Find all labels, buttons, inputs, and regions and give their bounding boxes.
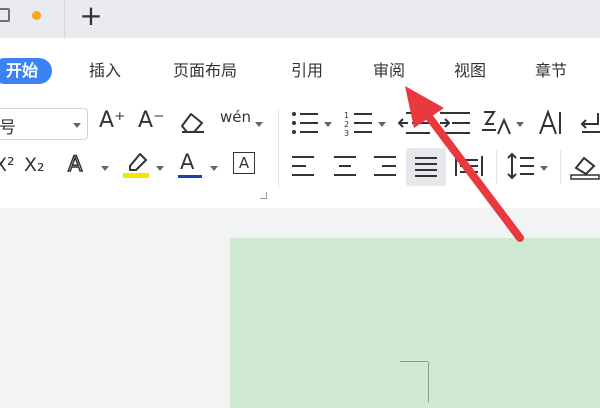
highlighter-icon[interactable]	[122, 150, 150, 180]
font-size-select[interactable]: 号	[0, 108, 88, 140]
eraser-icon[interactable]	[178, 110, 208, 134]
unsaved-dot-icon	[32, 11, 41, 20]
document-page[interactable]	[230, 238, 600, 408]
group-divider	[560, 150, 561, 184]
superscript-button[interactable]: X²	[0, 154, 15, 176]
plus-icon: +	[79, 0, 103, 32]
text-direction-icon[interactable]	[536, 108, 566, 138]
align-center-icon[interactable]	[332, 154, 358, 178]
chevron-down-icon[interactable]	[324, 122, 332, 127]
justify-icon	[415, 157, 437, 177]
font-color-label: A	[180, 150, 195, 174]
bullets-icon[interactable]	[290, 110, 320, 136]
subscript-label: X₂	[24, 154, 45, 176]
distribute-icon[interactable]	[454, 152, 484, 180]
svg-text:3: 3	[344, 129, 349, 136]
text-effect-label: A	[67, 151, 83, 177]
outdent-icon[interactable]	[398, 110, 432, 136]
chevron-down-icon[interactable]	[210, 166, 218, 171]
font-color-button[interactable]: A	[180, 150, 194, 174]
align-right-icon[interactable]	[372, 154, 398, 178]
group-divider	[496, 150, 497, 184]
subscript-button[interactable]: X₂	[24, 154, 45, 176]
tab-insert[interactable]: 插入	[89, 58, 121, 84]
chevron-down-icon[interactable]	[378, 122, 386, 127]
chevron-down-icon[interactable]	[516, 122, 524, 127]
shrink-font-button[interactable]: A⁻	[138, 108, 165, 133]
tab-review[interactable]: 审阅	[373, 58, 405, 84]
font-color-swatch	[178, 175, 202, 178]
font-dialog-launcher[interactable]	[260, 192, 267, 199]
show-marks-icon[interactable]	[578, 110, 600, 136]
justify-button[interactable]	[406, 148, 446, 186]
shading-icon[interactable]	[570, 152, 600, 180]
tab-start[interactable]: 开始	[0, 58, 53, 84]
align-left-icon[interactable]	[290, 154, 316, 178]
document-icon[interactable]	[0, 8, 10, 22]
tab-view[interactable]: 视图	[454, 58, 486, 84]
chevron-down-icon[interactable]	[540, 166, 548, 171]
char-border-label: A	[238, 154, 250, 172]
chevron-down-icon[interactable]	[156, 166, 164, 171]
char-border-button[interactable]: A	[233, 152, 255, 174]
grow-font-button[interactable]: A⁺	[99, 108, 126, 133]
tab-references[interactable]: 引用	[291, 58, 323, 84]
shrink-font-label: A⁻	[138, 108, 165, 133]
page-margin-mark	[428, 362, 429, 402]
chevron-down-icon[interactable]	[101, 166, 109, 171]
page-margin-mark	[400, 361, 428, 362]
sort-icon[interactable]	[480, 108, 512, 138]
numbering-icon[interactable]: 123	[344, 110, 374, 136]
font-size-value: 号	[0, 118, 16, 138]
tab-chapter[interactable]: 章节	[535, 58, 567, 84]
pinyin-icon: wén	[220, 108, 252, 126]
new-tab-button[interactable]: +	[76, 2, 106, 32]
svg-text:1: 1	[344, 111, 349, 120]
tab-divider	[64, 0, 65, 38]
tab-page-layout[interactable]: 页面布局	[173, 58, 237, 84]
chevron-down-icon[interactable]	[255, 122, 263, 127]
superscript-label: X²	[0, 154, 15, 176]
chevron-down-icon	[73, 123, 81, 128]
svg-text:2: 2	[344, 120, 349, 129]
grow-font-label: A⁺	[99, 108, 126, 133]
tab-bar: +	[0, 0, 600, 38]
line-spacing-icon[interactable]	[506, 152, 536, 180]
pinyin-button[interactable]: wén	[220, 108, 251, 126]
indent-icon[interactable]	[438, 110, 472, 136]
text-effect-button[interactable]: A	[67, 151, 83, 177]
group-divider	[278, 110, 279, 188]
